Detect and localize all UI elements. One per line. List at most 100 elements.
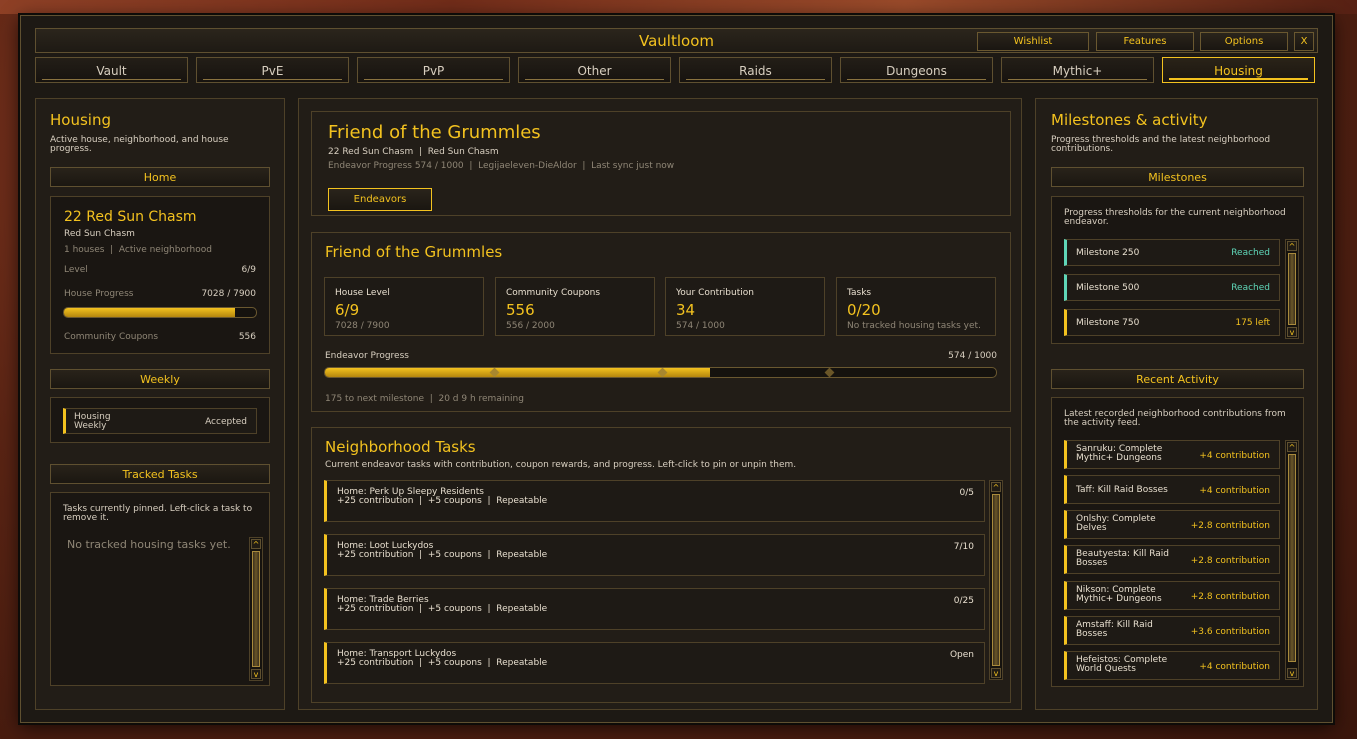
activity-amount: +2.8 contribution [1190,556,1270,566]
task-row[interactable]: Home: Perk Up Sleepy Residents +25 contr… [324,480,985,522]
hero-location: 22 Red Sun Chasm | Red Sun Chasm [328,147,499,157]
milestones-card: Progress thresholds for the current neig… [1051,196,1304,344]
milestone-marker-icon [824,368,835,377]
house-level-label: House Level [335,288,390,298]
level-value: 6/9 [241,265,256,275]
activity-row[interactable]: Sanruku: Complete Mythic+ Dungeons +4 co… [1064,440,1280,469]
contribution-card-label: Your Contribution [676,288,754,298]
weekly-row[interactable]: Housing Weekly Accepted [63,408,257,434]
housing-panel: Housing Active house, neighborhood, and … [35,98,285,710]
title-bar[interactable]: Vaultloom Wishlist Features Options X [35,28,1318,53]
tracked-description: Tasks currently pinned. Left-click a tas… [63,504,253,523]
activity-row[interactable]: Taff: Kill Raid Bosses +4 contribution [1064,475,1280,504]
milestone-row[interactable]: Milestone 500 Reached [1064,274,1280,301]
tab-mythic-plus[interactable]: Mythic+ [1001,57,1154,83]
weekly-header: Weekly [50,369,270,389]
scroll-up-icon[interactable]: ^ [991,482,1001,492]
house-progress-bar [63,307,257,318]
home-card: 22 Red Sun Chasm Red Sun Chasm 1 houses … [50,196,270,354]
task-count: 7/10 [953,542,974,552]
milestone-status: Reached [1231,283,1270,293]
endeavors-button[interactable]: Endeavors [328,188,432,211]
milestone-name: Milestone 250 [1076,248,1140,258]
activity-header: Recent Activity [1051,369,1304,389]
task-count: 0/5 [959,488,974,498]
activity-name: Sanruku: Complete Mythic+ Dungeons [1076,444,1163,463]
home-sub: Red Sun Chasm [64,229,135,239]
activity-amount: +2.8 contribution [1190,592,1270,602]
scroll-up-icon[interactable]: ^ [251,539,261,549]
tab-pvp[interactable]: PvP [357,57,510,83]
activity-amount: +4 contribution [1199,486,1270,496]
summary-card: Friend of the Grummles House Level 6/9 7… [311,232,1011,412]
endeavor-progress-value: 574 / 1000 [948,351,997,361]
activity-amount: +2.8 contribution [1190,521,1270,531]
tasks-list: Home: Perk Up Sleepy Residents +25 contr… [324,480,988,688]
activity-name: Nikson: Complete Mythic+ Dungeons [1076,585,1162,604]
milestone-name: Milestone 500 [1076,283,1140,293]
milestone-row[interactable]: Milestone 750 175 left [1064,309,1280,336]
task-row[interactable]: Home: Trade Berries +25 contribution | +… [324,588,985,630]
features-button[interactable]: Features [1096,32,1194,51]
scroll-up-icon[interactable]: ^ [1287,442,1297,452]
task-detail: +25 contribution | +5 coupons | Repeatab… [337,496,548,506]
scroll-up-icon[interactable]: ^ [1287,241,1297,251]
tab-dungeons[interactable]: Dungeons [840,57,993,83]
scroll-thumb[interactable] [992,494,1000,666]
tab-bar: Vault PvE PvP Other Raids Dungeons Mythi… [35,57,1318,84]
activity-description: Latest recorded neighborhood contributio… [1064,409,1286,428]
coupons-card-value: 556 [506,301,535,319]
tab-vault[interactable]: Vault [35,57,188,83]
wishlist-button[interactable]: Wishlist [977,32,1089,51]
tracked-scrollbar[interactable]: ^ v [249,537,263,681]
milestones-scrollbar[interactable]: ^ v [1285,239,1299,339]
options-button[interactable]: Options [1200,32,1288,51]
activity-row[interactable]: Nikson: Complete Mythic+ Dungeons +2.8 c… [1064,581,1280,610]
scroll-down-icon[interactable]: v [1287,327,1297,337]
tab-housing[interactable]: Housing [1162,57,1315,83]
scroll-down-icon[interactable]: v [1287,668,1297,678]
house-progress-fill [64,308,235,317]
tasks-scrollbar[interactable]: ^ v [989,480,1003,680]
scroll-thumb[interactable] [1288,454,1296,662]
activity-name: Amstaff: Kill Raid Bosses [1076,620,1153,639]
tab-raids[interactable]: Raids [679,57,832,83]
house-level-value: 6/9 [335,301,360,319]
tasks-card: Tasks 0/20 No tracked housing tasks yet. [836,277,996,336]
milestones-panel-title: Milestones & activity [1051,111,1208,129]
endeavor-footer: 175 to next milestone | 20 d 9 h remaini… [325,394,524,404]
milestone-name: Milestone 750 [1076,318,1140,328]
tab-other[interactable]: Other [518,57,671,83]
hero-card: Friend of the Grummles 22 Red Sun Chasm … [311,111,1011,216]
scroll-thumb[interactable] [252,551,260,667]
tab-pve[interactable]: PvE [196,57,349,83]
close-button[interactable]: X [1294,32,1314,51]
scroll-down-icon[interactable]: v [991,668,1001,678]
activity-scrollbar[interactable]: ^ v [1285,440,1299,680]
contribution-card-sub: 574 / 1000 [676,321,725,331]
scroll-thumb[interactable] [1288,253,1296,325]
endeavor-progress-label: Endeavor Progress [325,351,409,361]
task-row[interactable]: Home: Loot Luckydos +25 contribution | +… [324,534,985,576]
tasks-title: Neighborhood Tasks [325,438,476,456]
milestones-panel: Milestones & activity Progress threshold… [1035,98,1318,710]
activity-row[interactable]: Hefeistos: Complete World Quests +4 cont… [1064,651,1280,680]
tracked-card: Tasks currently pinned. Left-click a tas… [50,492,270,686]
milestone-row[interactable]: Milestone 250 Reached [1064,239,1280,266]
activity-row[interactable]: Beautyesta: Kill Raid Bosses +2.8 contri… [1064,545,1280,574]
tasks-card-label: Tasks [847,288,872,298]
milestones-description: Progress thresholds for the current neig… [1064,208,1286,227]
contribution-card-value: 34 [676,301,696,319]
tracked-header: Tracked Tasks [50,464,270,484]
center-panel: Friend of the Grummles 22 Red Sun Chasm … [298,98,1022,710]
coupons-card-sub: 556 / 2000 [506,321,555,331]
scroll-down-icon[interactable]: v [251,669,261,679]
home-meta: 1 houses | Active neighborhood [64,245,212,255]
activity-row[interactable]: Amstaff: Kill Raid Bosses +3.6 contribut… [1064,616,1280,645]
tasks-card-value: 0/20 [847,301,881,319]
home-name: 22 Red Sun Chasm [64,209,197,225]
activity-row[interactable]: Onlshy: Complete Delves +2.8 contributio… [1064,510,1280,539]
task-row[interactable]: Home: Transport Luckydos +25 contributio… [324,642,985,684]
hero-title: Friend of the Grummles [328,122,541,143]
housing-description: Active house, neighborhood, and house pr… [50,135,229,154]
